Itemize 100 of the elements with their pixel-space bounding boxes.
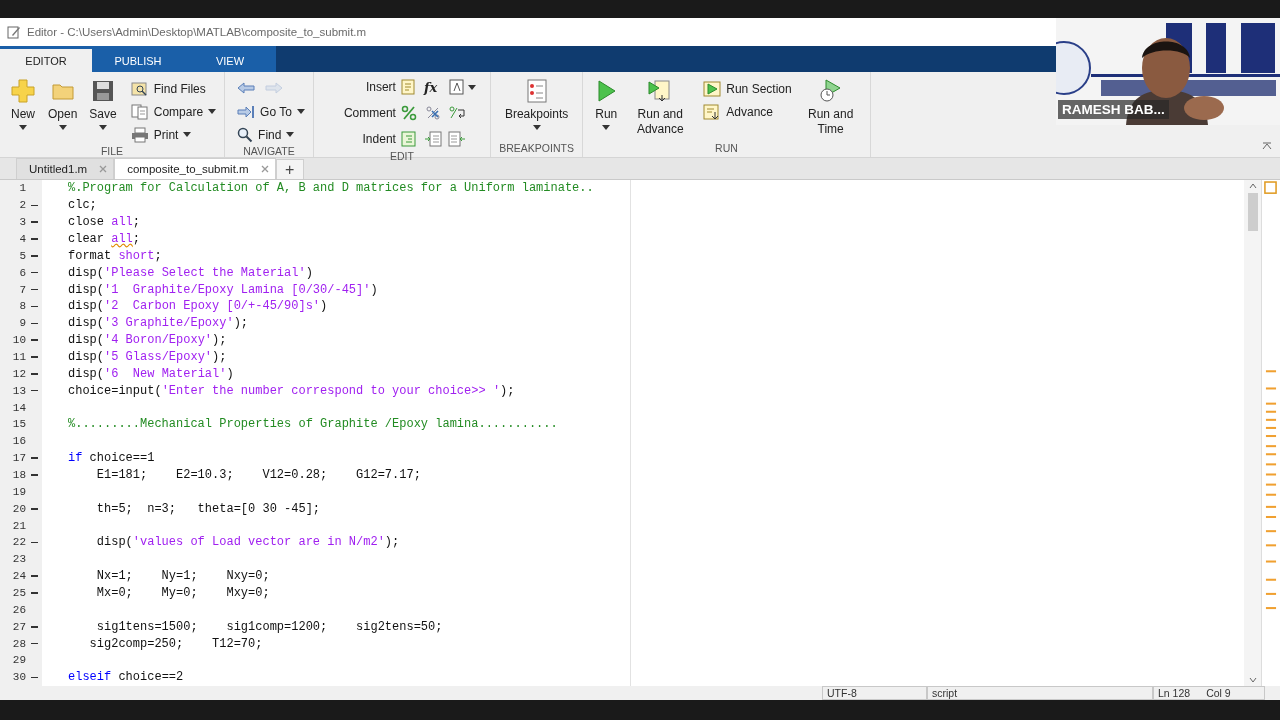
run-and-advance-button[interactable]: Run and Advance [627,78,694,137]
section-label: BREAKPOINTS [498,142,575,156]
wrap-comments-icon[interactable] [447,105,466,121]
ribbon-tab[interactable]: VIEW [184,49,276,72]
line-number: 15 [11,418,26,431]
scroll-thumb[interactable] [1247,193,1258,231]
code-line: sig2comp=250; T12=70; [88,636,263,651]
search-icon [237,126,254,143]
line-number: 16 [11,435,26,448]
comment-label: Comment [343,106,396,120]
code-line: Nx=1; Ny=1; Nxy=0; [95,569,270,584]
line-number: 27 [11,620,26,633]
section-label: NAVIGATE [242,145,296,157]
line-number: 13 [11,384,26,397]
code-line: disp('values of Load vector are in N/m2'); [95,535,400,550]
folder-search-icon [130,80,149,97]
file-type-status: script [927,686,1153,700]
indent-label: Indent [361,132,396,146]
close-icon[interactable] [260,165,269,173]
ribbon-tab[interactable]: PUBLISH [92,49,184,72]
compare-button[interactable]: Compare [128,101,219,122]
new-tab-button[interactable]: + [275,159,304,179]
collapse-icon[interactable] [1262,142,1272,150]
line-number: 25 [11,587,26,600]
code-line: %.Program for Calculation of A, B and D matrices for a Uniform laminate.. [68,181,594,196]
line-number: 3 [18,216,26,229]
line-number: 18 [11,469,26,482]
ribbon-tab[interactable]: EDITOR [0,49,92,72]
code-line: E1=181; E2=10.3; V12=0.28; G12=7.17; [95,468,421,483]
breakpoints-button[interactable]: Breakpoints [496,78,577,130]
scroll-down-icon[interactable] [1248,677,1257,683]
run-section-button[interactable]: Run Section [701,78,794,99]
uncomment-icon[interactable] [423,105,442,121]
line-number: 14 [11,401,26,414]
participant-name: RAMESH BAB... [1058,100,1169,119]
back-button[interactable] [235,81,258,96]
indent-icon[interactable] [423,131,442,147]
go-to-button[interactable]: Go To [235,101,307,122]
section-label: FILE [99,145,125,157]
column-status: Col 9 [1206,687,1231,699]
line-number: 17 [11,452,26,465]
smart-indent-icon[interactable] [399,131,418,147]
insert-section-icon[interactable] [399,79,418,95]
line-number: 19 [11,485,26,498]
outdent-icon[interactable] [447,131,466,147]
open-button[interactable]: Open [44,78,82,130]
section-label: RUN [714,142,739,156]
print-button[interactable]: Print [128,124,219,145]
section-advance-icon [703,103,722,120]
insert-label: Insert [364,80,396,94]
insert-function-button[interactable]: fx [423,79,444,95]
line-number: 26 [11,603,26,616]
line-status: Ln 128 [1158,687,1191,699]
line-number: 5 [18,249,26,262]
insert-variable-icon[interactable] [447,79,466,95]
percent-icon[interactable] [399,105,418,121]
new-button[interactable]: New [6,78,40,130]
line-number: 1 [18,182,26,195]
run-button[interactable]: Run [589,78,624,130]
line-number: 22 [11,536,26,549]
code-line: disp('6 New Material') [68,366,234,381]
code-line: disp('Please Select the Material') [68,265,313,280]
code-line: clc; [68,198,97,213]
run-and-time-button[interactable]: Run and Time [797,78,864,137]
editor-icon [7,25,21,39]
advance-button[interactable]: Advance [701,101,794,122]
document-tab[interactable]: composite_to_submit.m [114,158,276,179]
line-number: 11 [11,351,26,363]
line-number: 30 [11,671,26,684]
find-files-button[interactable]: Find Files [128,78,219,99]
line-number: 6 [18,266,26,279]
line-number: 12 [11,367,26,380]
code-line: if choice==1 [68,451,155,466]
printer-icon [130,126,149,143]
line-number: 10 [11,334,26,347]
code-line: format short; [68,248,162,263]
line-number: 23 [11,553,26,566]
caret-icon[interactable] [467,84,476,90]
arrow-into-bar-icon [237,104,256,119]
find-button[interactable]: Find [235,124,307,145]
code-line: disp('5 Glass/Epoxy'); [68,350,227,364]
line-number: 8 [18,300,26,313]
code-line: disp('4 Boron/Epoxy'); [68,333,227,348]
code-line: disp('1 Graphite/Epoxy Lamina [0/30/-45]') [68,282,378,297]
line-number: 28 [11,637,26,650]
save-button[interactable]: Save [85,78,121,130]
code-line: clear all; [68,232,141,246]
code-line: sig1tens=1500; sig1comp=1200; sig2tens=50; [95,619,443,634]
plus-icon [10,78,36,104]
scroll-up-icon[interactable] [1248,183,1257,189]
close-icon[interactable] [99,165,108,173]
code-line: choice=input('Enter the number correspond to your choice>> '); [68,383,515,398]
scrollbar[interactable] [1244,180,1261,686]
code-line: Mx=0; My=0; Mxy=0; [95,586,270,601]
document-tab[interactable]: Untitled1.m [16,158,115,179]
code-line: disp('3 Graphite/Epoxy'); [68,316,249,331]
section-play-icon [703,80,722,97]
code-line: elseif choice==2 [68,670,184,685]
code-line: th=5; n=3; theta=[0 30 -45]; [95,501,321,516]
window-title: Editor - C:\Users\Admin\Desktop\MATLAB\composite_to_submit.m [27,26,367,38]
